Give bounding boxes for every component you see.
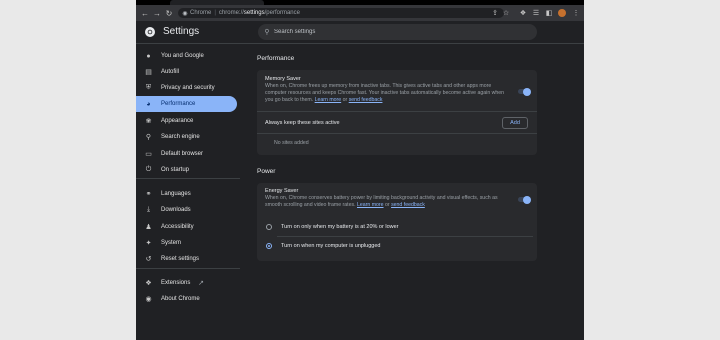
profile-avatar[interactable] [558, 9, 566, 17]
chrome-logo-icon [145, 27, 155, 37]
address-bar[interactable]: ◉ Chrome | chrome://settings/performance [178, 8, 504, 18]
external-link-icon: ↗ [198, 280, 204, 287]
tab-search-icon[interactable]: ☰ [532, 9, 540, 17]
sidebar-divider [136, 178, 240, 179]
toggle-knob [523, 195, 531, 204]
person-icon: ● [146, 52, 151, 60]
sidebar-item-label: Downloads [161, 207, 191, 213]
power-icon: ⏻ [145, 166, 152, 173]
search-input[interactable] [274, 29, 514, 35]
sidebar-item-label: System [161, 240, 182, 246]
add-site-button[interactable]: Add [502, 117, 528, 129]
always-active-label: Always keep these sites active [265, 120, 340, 126]
chrome-page-icon[interactable]: ◉ [180, 10, 190, 17]
palette-icon: ❀ [145, 118, 152, 125]
speedometer-icon: ◕ [146, 100, 151, 108]
memory-saver-learn-more-link[interactable]: Learn more [315, 97, 342, 103]
sidebar-item-you-and-google[interactable]: ● You and Google [136, 48, 237, 64]
url-text: chrome://settings/performance [218, 10, 300, 16]
sidebar-item-label: Appearance [161, 118, 194, 124]
sidebar-item-downloads[interactable]: ⤓ Downloads [136, 202, 237, 218]
sidebar-item-privacy[interactable]: ⛨ Privacy and security [136, 80, 237, 96]
accessibility-icon: ♟ [145, 224, 152, 231]
sidebar-item-label: Search engine [161, 134, 200, 140]
globe-icon: ⚭ [145, 191, 152, 198]
card-divider [277, 236, 533, 237]
sidebar-item-label: Default browser [161, 151, 204, 157]
energy-saver-toggle[interactable] [518, 195, 531, 204]
sidebar-item-label: Autofill [161, 69, 180, 75]
search-icon: ⚲ [145, 134, 152, 141]
sidebar-divider [136, 268, 240, 269]
sidebar-item-about-chrome[interactable]: ◉ About Chrome [136, 291, 237, 307]
performance-card: Memory Saver When on, Chrome frees up me… [257, 70, 537, 155]
search-icon: ⚲ [264, 29, 270, 36]
page-title: Settings [163, 26, 200, 37]
toggle-knob [523, 87, 531, 96]
sidebar-item-extensions[interactable]: ❖ Extensions ↗ [136, 275, 237, 291]
wrench-icon: ✦ [145, 240, 152, 247]
browser-icon: ▭ [145, 151, 152, 158]
share-icon[interactable]: ⇪ [491, 9, 499, 17]
sidebar-item-label: Reset settings [161, 256, 200, 262]
sidebar-item-label: Accessibility [161, 224, 194, 230]
sidebar-item-system[interactable]: ✦ System [136, 235, 237, 251]
shield-icon: ⛨ [145, 84, 152, 91]
back-icon[interactable]: ← [139, 7, 151, 19]
sidebar-item-performance[interactable]: ◕ Performance [136, 96, 237, 112]
section-title-performance: Performance [257, 55, 295, 62]
sidebar-item-label: Languages [161, 191, 191, 197]
sidebar-item-default-browser[interactable]: ▭ Default browser [136, 146, 237, 162]
extensions-icon[interactable]: ❖ [519, 9, 527, 17]
sidebar-item-label: You and Google [161, 53, 204, 59]
url-separator: | [214, 10, 216, 16]
sidebar-item-label: On startup [161, 167, 190, 173]
secure-label: Chrome [190, 10, 212, 16]
memory-saver-toggle[interactable] [518, 87, 531, 96]
radio-battery-low-label: Turn on only when my battery is at 20% o… [281, 224, 399, 230]
radio-battery-low[interactable] [266, 224, 272, 230]
memory-saver-title: Memory Saver [265, 76, 301, 82]
card-divider [257, 133, 537, 134]
sidebar-item-search-engine[interactable]: ⚲ Search engine [136, 129, 237, 145]
power-card: Energy Saver When on, Chrome conserves b… [257, 183, 537, 261]
sidebar-item-autofill[interactable]: ▤ Autofill [136, 64, 237, 80]
settings-header: Settings ⚲ [136, 21, 584, 44]
energy-saver-feedback-link[interactable]: send feedback [391, 202, 425, 208]
energy-saver-learn-more-link[interactable]: Learn more [357, 202, 384, 208]
energy-saver-title: Energy Saver [265, 188, 299, 194]
card-divider [257, 111, 537, 112]
settings-sidebar: ● You and Google ▤ Autofill ⛨ Privacy an… [136, 44, 240, 340]
sidebar-item-reset-settings[interactable]: ↺ Reset settings [136, 251, 237, 267]
forward-icon[interactable]: → [151, 7, 163, 19]
no-sites-text: No sites added [274, 140, 309, 146]
more-menu-icon[interactable]: ⋮ [572, 9, 580, 17]
download-icon: ⤓ [146, 206, 151, 213]
star-icon[interactable]: ☆ [502, 9, 510, 17]
sidebar-item-languages[interactable]: ⚭ Languages [136, 186, 237, 202]
reload-icon[interactable]: ↻ [163, 7, 175, 19]
puzzle-icon: ❖ [145, 280, 152, 287]
side-panel-icon[interactable]: ◧ [545, 9, 553, 17]
browser-window: ← → ↻ ◉ Chrome | chrome://settings/perfo… [136, 0, 584, 340]
radio-unplugged-label: Turn on when my computer is unplugged [281, 243, 381, 249]
autofill-icon: ▤ [145, 69, 152, 76]
sidebar-item-appearance[interactable]: ❀ Appearance [136, 113, 237, 129]
settings-search[interactable]: ⚲ [258, 24, 537, 40]
sidebar-item-label: Extensions [161, 280, 191, 286]
memory-saver-description: When on, Chrome frees up memory from ina… [265, 83, 505, 103]
memory-saver-feedback-link[interactable]: send feedback [349, 97, 383, 103]
section-title-power: Power [257, 168, 276, 175]
reset-icon: ↺ [145, 256, 152, 263]
browser-toolbar: ← → ↻ ◉ Chrome | chrome://settings/perfo… [136, 5, 584, 21]
energy-saver-description: When on, Chrome conserves battery power … [265, 195, 498, 208]
sidebar-item-accessibility[interactable]: ♟ Accessibility [136, 219, 237, 235]
radio-unplugged[interactable] [266, 243, 272, 249]
sidebar-item-on-startup[interactable]: ⏻ On startup [136, 162, 237, 178]
sidebar-item-label: Privacy and security [161, 85, 215, 91]
chrome-icon: ◉ [145, 296, 152, 303]
sidebar-item-label: About Chrome [161, 296, 200, 302]
sidebar-item-label: Performance [161, 101, 196, 107]
